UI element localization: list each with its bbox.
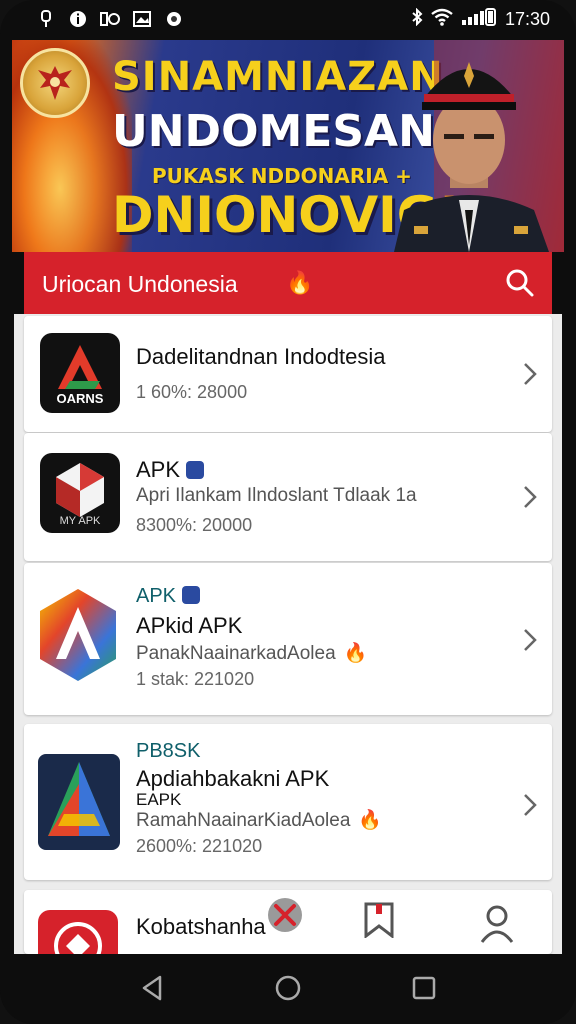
verified-badge-icon [186,461,205,479]
app-icon: MY APK [40,453,120,533]
app-icon [38,910,118,954]
page-title: Uriocan Undonesia [42,271,238,297]
bluetooth-icon [411,7,423,31]
profile-icon[interactable] [480,904,514,944]
app-meta: 2600%: 221020 [136,836,263,856]
app-title: Kobatshanha [136,914,266,939]
sim-icon [100,9,120,29]
garuda-emblem-icon [20,48,90,118]
app-title: APK [136,457,205,483]
phone-frame: 17:30 SINAMNIAZAN UNDOMESAN PUKASK NDDON… [0,0,576,1024]
signal-icon [461,8,497,31]
app-subtitle: Apri Ilankam Ilndoslant Tdlaak 1a [136,485,417,506]
tools-icon[interactable] [266,896,304,934]
status-time: 17:30 [504,9,550,29]
bookmark-icon[interactable] [362,902,396,938]
app-icon [38,754,120,850]
chevron-right-icon [524,794,537,816]
info-icon [68,9,88,29]
app-subtitle: PanakNaainarkadAolea 🔥 [136,643,368,664]
app-subtitle: RamahNaainarKiadAolea 🔥 [136,810,383,831]
record-icon [164,9,184,29]
app-meta: 8300%: 20000 [136,515,253,535]
chevron-right-icon [524,363,537,385]
search-icon[interactable] [504,267,536,299]
app-header: Uriocan Undonesia 🔥 [24,252,552,314]
back-icon[interactable] [136,972,168,1004]
wifi-icon [431,8,453,31]
app-icon [36,585,120,685]
usb-icon [36,9,56,29]
verified-badge-icon [182,586,201,604]
recents-icon[interactable] [408,972,440,1004]
list-item[interactable]: OARNS Dadelitandnan Indodtesia 1 60%: 28… [24,316,552,432]
app-title: Dadelitandnan Indodtesia [136,344,386,369]
list-item[interactable]: MY APK APK Apri Ilankam Ilndoslant Tdlaa… [24,433,552,561]
banner-tagline: PUKASK NDDONARIA + [152,164,412,188]
app-title: APkid APK [136,613,243,638]
system-nav-bar [0,954,576,1024]
app-category: APK [136,585,201,608]
promo-banner[interactable]: SINAMNIAZAN UNDOMESAN PUKASK NDDONARIA +… [12,40,564,252]
app-icon-label: OARNS [56,391,104,406]
app-icon-label: MY APK [59,515,101,527]
app-meta: 1 60%: 28000 [136,382,248,402]
list-item[interactable]: PB8SK Apdiahbakakni APK EAPK RamahNaaina… [24,724,552,880]
officer-portrait [394,40,564,252]
list-item[interactable]: APK APkid APK PanakNaainarkadAolea 🔥 1 st… [24,563,552,715]
chevron-right-icon [524,629,537,651]
fire-icon: 🔥 [286,270,314,295]
app-title-secondary: EAPK [136,790,182,809]
app-meta: 1 stak: 221020 [136,669,255,689]
app-title: Apdiahbakakni APK [136,766,330,791]
home-icon[interactable] [272,972,304,1004]
app-category: PB8SK [136,740,201,762]
hot-icon: 🔥 [358,810,383,831]
app-icon: OARNS [40,333,120,413]
chevron-right-icon [524,486,537,508]
status-bar: 17:30 [0,0,576,40]
hot-icon: 🔥 [343,643,368,664]
gallery-icon [132,9,152,29]
